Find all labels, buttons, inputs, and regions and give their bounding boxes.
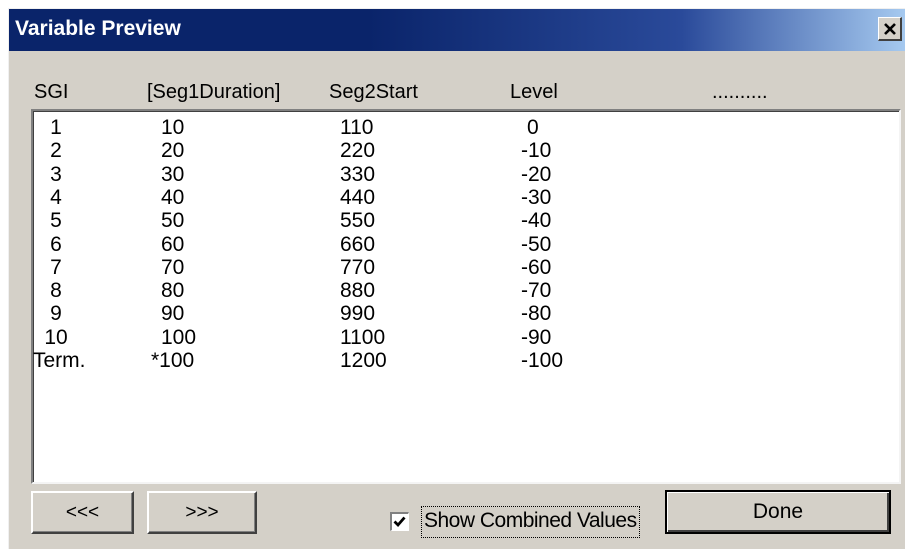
cell-sgi: 3 <box>50 162 62 186</box>
cell-level: -20 <box>521 162 552 186</box>
column-header-more: .......... <box>712 81 768 103</box>
cell-seg1duration: 70 <box>161 255 185 279</box>
table-row: Term. *100 1200 -100 <box>33 348 899 374</box>
cell-sgi: 4 <box>50 185 62 209</box>
cell-seg1duration: 80 <box>161 279 185 303</box>
column-header-level: Level <box>510 81 558 103</box>
variable-preview-dialog: Variable Preview SGI [Seg1Duration] Seg2… <box>8 8 905 549</box>
cell-seg1duration: 100 <box>161 325 197 349</box>
table-row: 3 30 330 -20 <box>33 162 899 188</box>
cell-level: -80 <box>521 302 552 326</box>
cell-sgi: 6 <box>50 232 62 256</box>
cell-seg2start: 330 <box>340 162 376 186</box>
cell-level: -30 <box>521 185 552 209</box>
cell-level: -10 <box>521 139 552 163</box>
cell-seg1duration: 50 <box>161 209 185 233</box>
cell-seg1duration: 30 <box>161 162 185 186</box>
cell-seg1duration: *100 <box>151 349 195 372</box>
cell-seg2start: 770 <box>340 255 376 279</box>
window-title: Variable Preview <box>15 17 181 40</box>
cell-seg2start: 880 <box>340 279 376 303</box>
done-button[interactable]: Done <box>665 490 891 534</box>
cell-sgi: 7 <box>50 255 62 279</box>
table-row: 8 80 880 -70 <box>33 278 899 304</box>
column-header-seg2start: Seg2Start <box>329 81 418 103</box>
table-row: 10 100 1100 -90 <box>33 325 899 351</box>
table-row: 5 50 550 -40 <box>33 208 899 234</box>
cell-level: -60 <box>521 255 552 279</box>
column-header-sgi: SGI <box>34 81 69 103</box>
show-combined-values-label[interactable]: Show Combined Values <box>421 506 640 538</box>
next-button[interactable]: >>> <box>147 491 257 534</box>
checkmark-icon <box>393 516 406 528</box>
cell-seg2start: 220 <box>340 139 376 163</box>
cell-level: -70 <box>521 279 552 303</box>
cell-sgi: 5 <box>50 209 62 233</box>
cell-sgi: 8 <box>50 279 62 303</box>
table-row: 2 20 220 -10 <box>33 138 899 164</box>
cell-seg1duration: 20 <box>161 139 185 163</box>
table-row: 6 60 660 -50 <box>33 232 899 258</box>
cell-level: -40 <box>521 209 552 233</box>
values-list[interactable]: 1 10 110 0 2 20 220 -10 3 30 330 -20 4 40 440 -30 5 50 550… <box>31 109 901 484</box>
table-row: 7 70 770 -60 <box>33 255 899 281</box>
table-row: 1 10 110 0 <box>33 115 899 141</box>
cell-seg1duration: 40 <box>161 185 185 209</box>
cell-seg1duration: 90 <box>161 302 185 326</box>
close-button[interactable] <box>878 17 902 41</box>
cell-level: 0 <box>527 116 539 139</box>
cell-sgi: 1 <box>50 116 62 139</box>
table-row: 4 40 440 -30 <box>33 185 899 211</box>
cell-sgi: Term. <box>33 349 86 372</box>
cell-level: -90 <box>521 325 552 349</box>
cell-sgi: 2 <box>50 139 62 163</box>
cell-seg2start: 110 <box>340 116 374 139</box>
title-bar[interactable]: Variable Preview <box>9 9 905 51</box>
cell-seg2start: 660 <box>340 232 376 256</box>
cell-seg2start: 1100 <box>340 325 386 349</box>
cell-sgi: 10 <box>44 325 68 349</box>
cell-sgi: 9 <box>50 302 62 326</box>
show-combined-values-checkbox[interactable] <box>390 512 409 531</box>
cell-seg2start: 990 <box>340 302 376 326</box>
cell-level: -100 <box>521 349 564 372</box>
cell-level: -50 <box>521 232 552 256</box>
cell-seg2start: 1200 <box>340 349 387 372</box>
table-row: 9 90 990 -80 <box>33 301 899 327</box>
previous-button[interactable]: <<< <box>31 491 134 534</box>
cell-seg1duration: 10 <box>161 116 185 139</box>
cell-seg2start: 440 <box>340 185 376 209</box>
cell-seg2start: 550 <box>340 209 376 233</box>
close-icon <box>883 22 896 35</box>
column-header-seg1duration: [Seg1Duration] <box>147 81 281 103</box>
cell-seg1duration: 60 <box>161 232 185 256</box>
